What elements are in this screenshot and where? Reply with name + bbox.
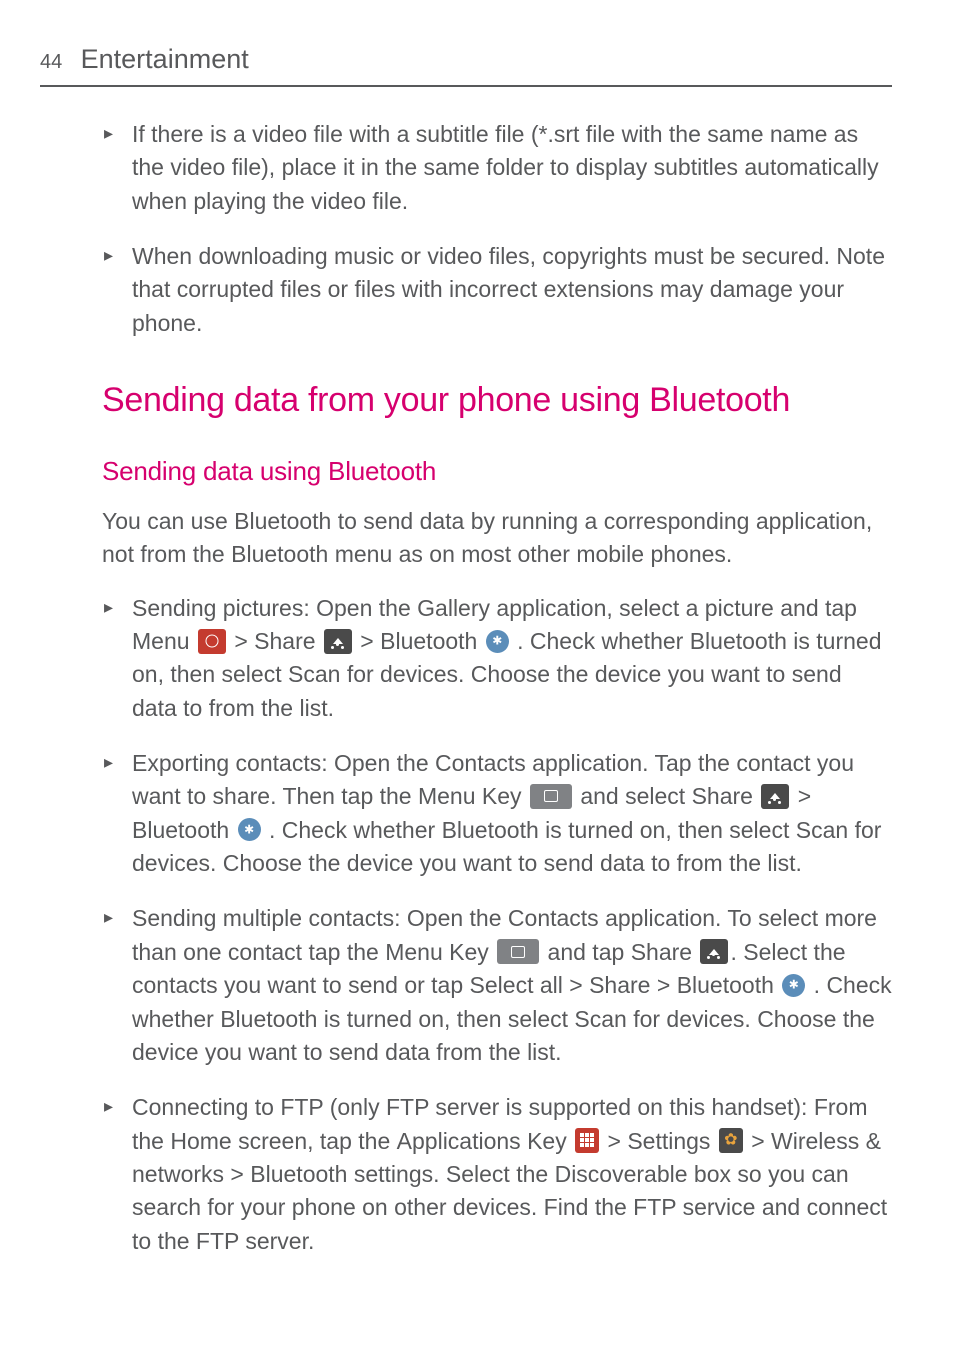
menu-icon [198, 629, 226, 654]
content-area: If there is a video file with a subtitle… [102, 118, 892, 1280]
text: > [228, 628, 254, 654]
text: . Select the [433, 1161, 554, 1187]
list-item: Connecting to FTP (only FTP server is su… [102, 1091, 892, 1258]
text: > [745, 1128, 771, 1154]
text: > [563, 972, 589, 998]
text: Open the [328, 750, 435, 776]
page-title: Entertainment [81, 40, 249, 79]
share-icon [324, 629, 352, 654]
text: . Choose the device you want to send dat… [210, 850, 802, 876]
text: and select [574, 783, 692, 809]
steps-bullet-list: Sending pictures: Open the Gallery appli… [102, 592, 892, 1258]
item-lead: Connecting to FTP (only FTP server is su… [132, 1094, 807, 1120]
intro-bullet-list: If there is a video file with a subtitle… [102, 118, 892, 340]
page-number: 44 [40, 48, 62, 77]
text: Open the [401, 905, 508, 931]
term-share: Share [692, 783, 753, 809]
page-header: 44 Entertainment [40, 40, 892, 87]
term-bluetooth: Bluetooth [380, 628, 477, 654]
term-menukey: Menu Key [385, 939, 489, 965]
text: > [354, 628, 380, 654]
term-discoverable: Discoverable [555, 1161, 688, 1187]
share-icon [700, 939, 728, 964]
share-icon [761, 784, 789, 809]
term-menu: Menu [132, 628, 190, 654]
menu-key-icon [530, 784, 572, 809]
term-appskey: Applications Key [397, 1128, 567, 1154]
settings-icon [719, 1128, 743, 1153]
list-item: If there is a video file with a subtitle… [102, 118, 892, 218]
term-selectall: Select all [470, 972, 563, 998]
bluetooth-icon [782, 974, 805, 997]
text: > [650, 972, 676, 998]
subsection-heading: Sending data using Bluetooth [102, 453, 892, 491]
text: Open the [310, 595, 417, 621]
term-scan: Scan for devices [288, 661, 458, 687]
term-bluetooth: Bluetooth [677, 972, 774, 998]
term-bluetooth: Bluetooth [132, 817, 229, 843]
list-item: Sending pictures: Open the Gallery appli… [102, 592, 892, 725]
applications-key-icon [575, 1128, 599, 1153]
section-heading: Sending data from your phone using Bluet… [102, 376, 892, 425]
list-item: When downloading music or video files, c… [102, 240, 892, 340]
term-share: Share [254, 628, 315, 654]
list-item: Exporting contacts: Open the Contacts ap… [102, 747, 892, 880]
text: . Check whether Bluetooth is turned on, … [263, 817, 796, 843]
item-lead: Sending pictures: [132, 595, 310, 621]
term-menukey: Menu Key [418, 783, 522, 809]
term-btsettings: Bluetooth settings [250, 1161, 433, 1187]
list-item: Sending multiple contacts: Open the Cont… [102, 902, 892, 1069]
term-settings: Settings [627, 1128, 710, 1154]
item-lead: Exporting contacts: [132, 750, 328, 776]
text: > [601, 1128, 627, 1154]
item-lead: Sending multiple contacts: [132, 905, 401, 931]
term-scan: Scan for devices [574, 1006, 744, 1032]
text: and tap [541, 939, 631, 965]
menu-key-icon [497, 939, 539, 964]
term-share: Share [631, 939, 692, 965]
term-contacts: Contacts [508, 905, 599, 931]
term-share: Share [589, 972, 650, 998]
text: application, select a picture and tap [490, 595, 857, 621]
section-intro: You can use Bluetooth to send data by ru… [102, 505, 892, 572]
term-gallery: Gallery [417, 595, 490, 621]
bluetooth-icon [486, 630, 509, 653]
text: > [224, 1161, 250, 1187]
bluetooth-icon [238, 818, 261, 841]
term-contacts: Contacts [435, 750, 526, 776]
text: > [791, 783, 811, 809]
